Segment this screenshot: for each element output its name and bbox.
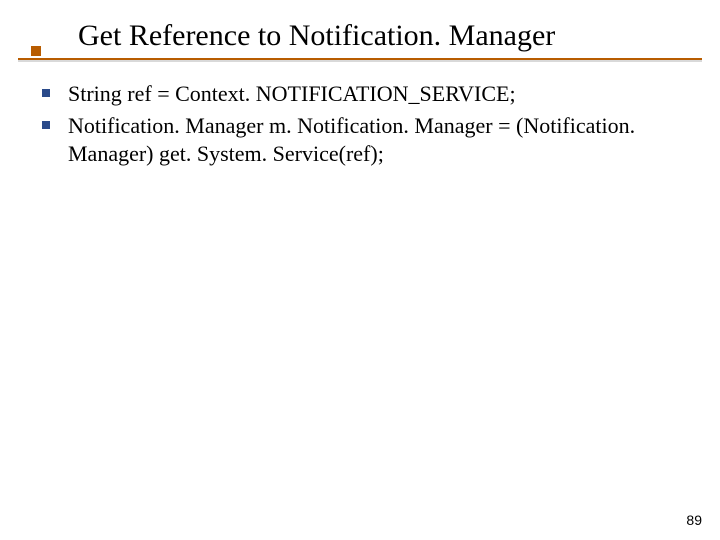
slide: Get Reference to Notification. Manager S…: [0, 0, 720, 540]
bullet-text: Notification. Manager m. Notification. M…: [68, 112, 680, 168]
page-number: 89: [686, 512, 702, 528]
title-wrap: Get Reference to Notification. Manager: [78, 18, 700, 54]
list-item: String ref = Context. NOTIFICATION_SERVI…: [42, 80, 680, 108]
square-bullet-icon: [42, 121, 50, 129]
list-item: Notification. Manager m. Notification. M…: [42, 112, 680, 168]
body: String ref = Context. NOTIFICATION_SERVI…: [42, 78, 680, 172]
title-accent-square: [31, 46, 41, 56]
slide-title: Get Reference to Notification. Manager: [78, 18, 700, 54]
square-bullet-icon: [42, 89, 50, 97]
bullet-text: String ref = Context. NOTIFICATION_SERVI…: [68, 80, 516, 108]
title-underline: [18, 58, 702, 60]
